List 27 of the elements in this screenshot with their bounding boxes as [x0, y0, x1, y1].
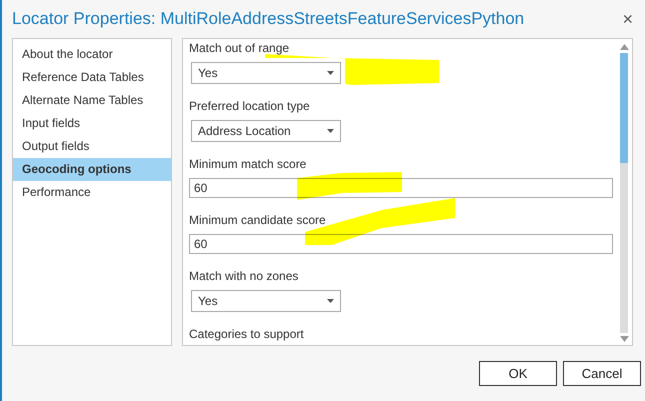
window-title: Locator Properties: MultiRoleAddressStreetsFeatureServicesPython: [12, 8, 524, 30]
caret-icon: [327, 129, 334, 133]
sidebar-item[interactable]: Output fields: [13, 135, 171, 158]
caret-icon: [327, 71, 334, 75]
input-field[interactable]: 60: [189, 234, 613, 254]
option-label: Minimum match score: [189, 156, 308, 172]
dialog-button[interactable]: Cancel: [563, 361, 641, 386]
dropdown[interactable]: Yes: [191, 62, 341, 84]
dropdown[interactable]: Address Location: [191, 120, 341, 142]
sidebar-item[interactable]: Performance: [13, 181, 171, 204]
scroll-up-icon[interactable]: [620, 44, 628, 50]
close-button[interactable]: ×: [622, 10, 633, 28]
option-label: Preferred location type: [189, 98, 311, 114]
dropdown[interactable]: Yes: [191, 290, 341, 312]
dialog-button[interactable]: OK: [479, 361, 557, 386]
scroll-down-icon[interactable]: [620, 336, 628, 342]
option-label: Categories to support: [189, 326, 305, 342]
sidebar-item[interactable]: About the locator: [13, 43, 171, 66]
sidebar-item[interactable]: Input fields: [13, 112, 171, 135]
option-label: Match with no zones: [189, 268, 300, 284]
sidebar-item[interactable]: Alternate Name Tables: [13, 89, 171, 112]
sidebar-item[interactable]: Geocoding options: [13, 158, 171, 181]
sidebar-item[interactable]: Reference Data Tables: [13, 66, 171, 89]
scroll-thumb[interactable]: [620, 53, 628, 163]
option-label: Match out of range: [189, 40, 290, 56]
option-label: Minimum candidate score: [189, 212, 327, 228]
caret-icon: [327, 299, 334, 303]
